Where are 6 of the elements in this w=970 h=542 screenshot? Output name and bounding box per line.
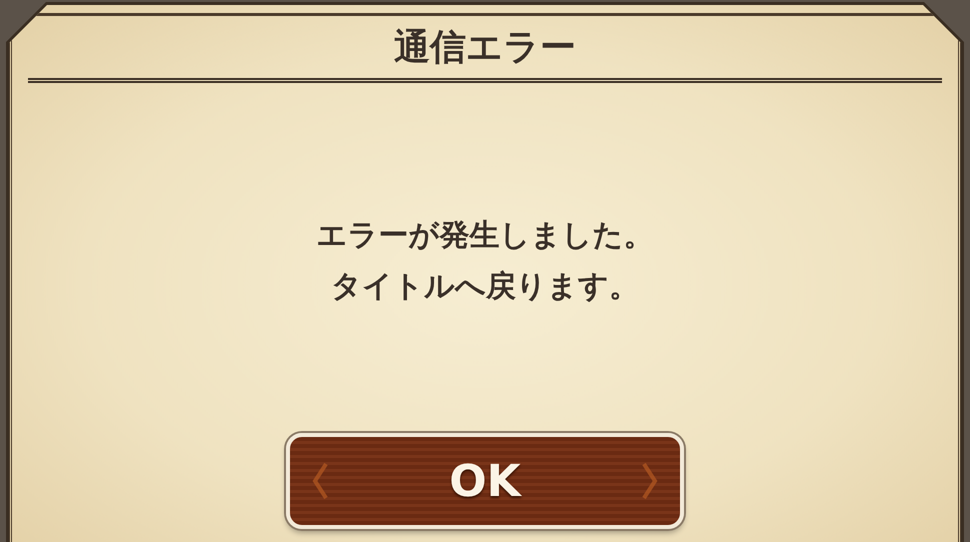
chevron-icon — [640, 461, 660, 501]
dialog-title: 通信エラー — [394, 26, 576, 70]
message-text: エラーが発生しました。 — [316, 217, 654, 255]
chevron-icon — [310, 461, 330, 501]
ok-button[interactable]: OK — [286, 433, 684, 529]
message-text: タイトルへ戻ります。 — [331, 268, 639, 306]
